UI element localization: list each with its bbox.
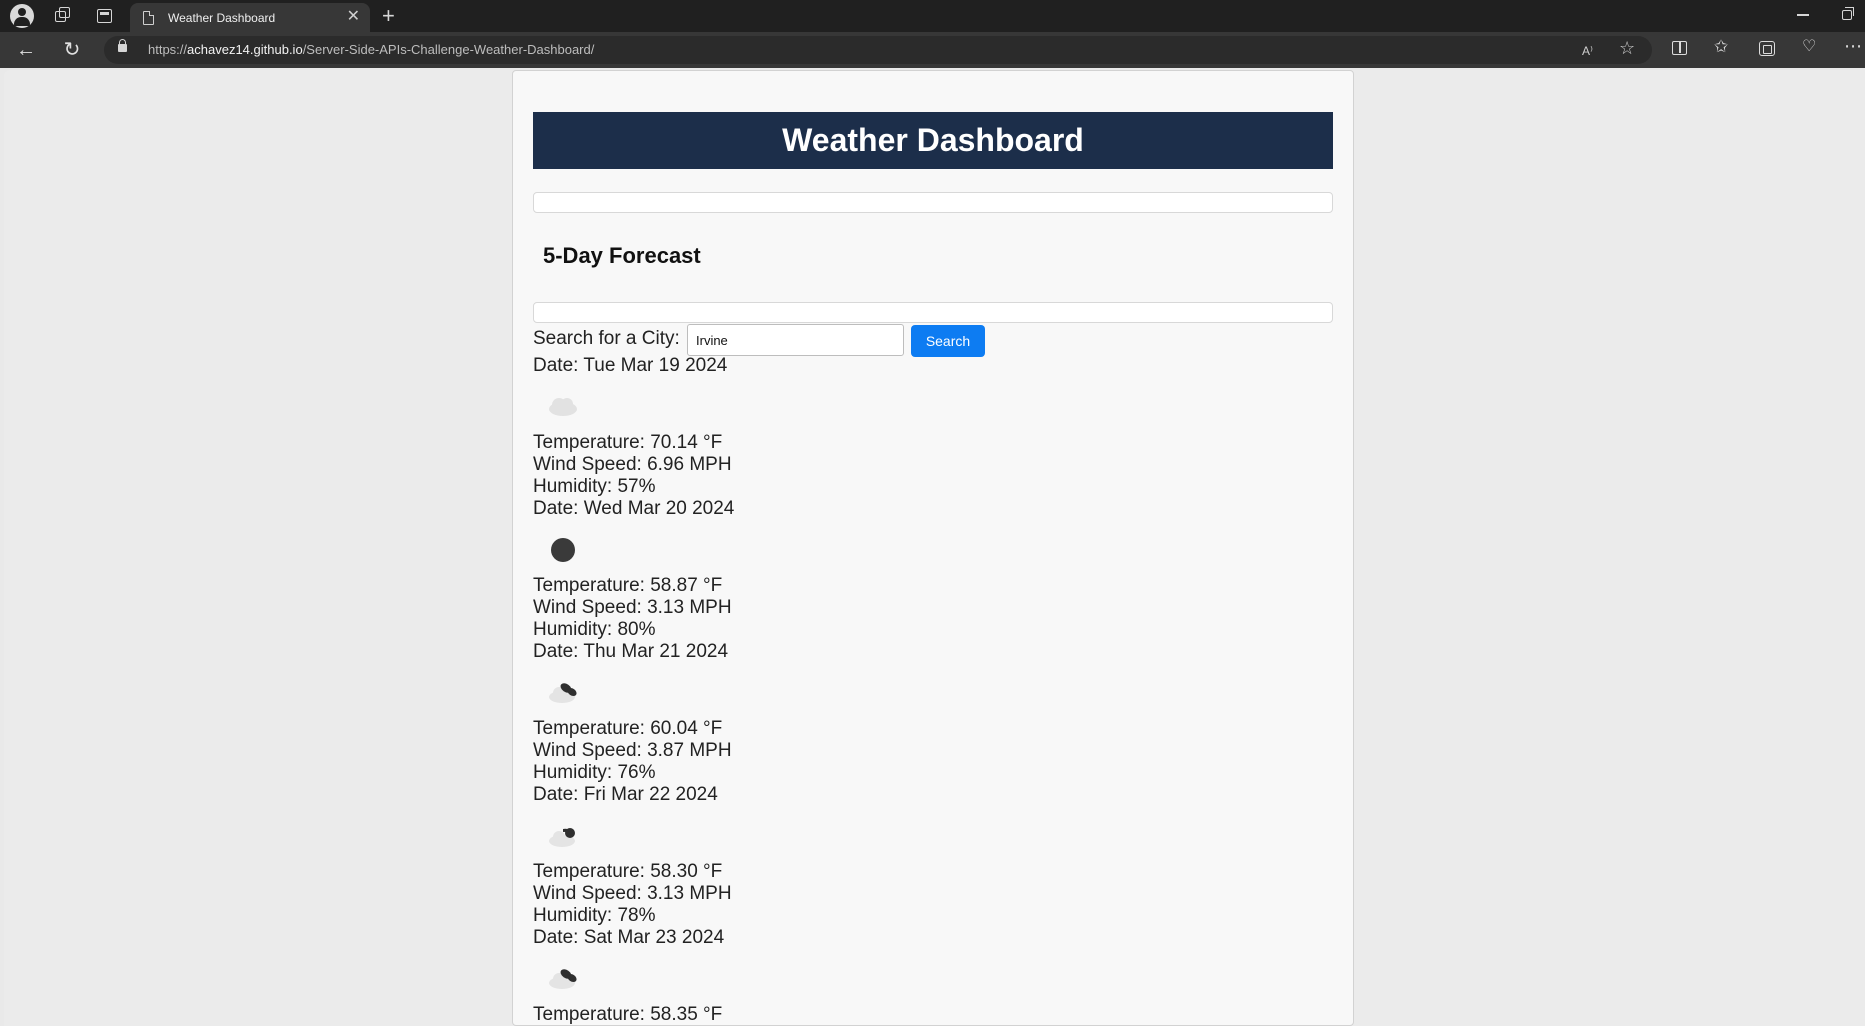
more-icon[interactable]: ⋯ [1844,37,1863,55]
favorite-star-icon[interactable]: ☆ [1619,39,1635,57]
browser-toolbar: ← ↻ https://achavez14.github.io/Server-S… [0,32,1865,68]
forecast-heading: 5-Day Forecast [543,243,701,268]
broken-clouds-icon [549,969,577,989]
workspaces-icon[interactable] [52,5,74,27]
page-icon [143,11,154,25]
forecast-date: Date: Fri Mar 22 2024 [533,784,718,805]
search-button[interactable]: Search [911,325,985,357]
forecast-temperature: Temperature: 70.14 °F [533,432,723,453]
forecast-humidity: Humidity: 76% [533,762,656,783]
lock-icon[interactable] [118,39,127,52]
forecast-day: Date: Tue Mar 19 2024 Temperature: 70.14… [533,355,1033,498]
split-screen-icon[interactable] [1672,41,1687,55]
search-label: Search for a City: [533,328,680,349]
forecast-temperature: Temperature: 60.04 °F [533,718,723,739]
browser-essentials-icon[interactable]: ♡ [1802,38,1816,56]
forecast-temperature: Temperature: 58.30 °F [533,861,723,882]
browser-tab-bar: Weather Dashboard ✕ + [0,0,1865,32]
new-tab-icon[interactable]: + [382,3,395,29]
forecast-humidity: Humidity: 78% [533,905,656,926]
tab-title: Weather Dashboard [168,11,276,25]
forecast-day: Date: Wed Mar 20 2024 Temperature: 58.87… [533,498,1033,641]
forecast-wind: Wind Speed: 3.87 MPH [533,740,732,761]
forecast-temperature: Temperature: 58.35 °F [533,1004,723,1025]
app-header: Weather Dashboard [533,112,1333,169]
profile-icon[interactable] [10,4,34,28]
restore-icon[interactable] [1842,7,1854,20]
forecast-day: Date: Fri Mar 22 2024 Temperature: 58.30… [533,784,1033,927]
tab-weather-dashboard[interactable]: Weather Dashboard ✕ [130,3,370,32]
address-bar[interactable]: https://achavez14.github.io/Server-Side-… [104,36,1652,64]
read-aloud-icon[interactable]: A⁾ [1582,43,1593,59]
forecast-wind: Wind Speed: 6.96 MPH [533,454,732,475]
close-tab-icon[interactable]: ✕ [347,8,360,26]
forecast-wind: Wind Speed: 3.13 MPH [533,883,732,904]
city-search-input[interactable] [687,324,904,356]
forecast-humidity: Humidity: 80% [533,619,656,640]
page-title: Weather Dashboard [782,122,1084,158]
cloud-icon [549,398,577,416]
vertical-tabs-icon[interactable] [93,5,115,27]
forecast-card [533,302,1333,323]
forecast-temperature: Temperature: 58.87 °F [533,575,723,596]
forecast-humidity: Humidity: 57% [533,476,656,497]
minimize-icon[interactable] [1797,14,1809,16]
forecast-date: Date: Thu Mar 21 2024 [533,641,729,662]
forecast-date: Date: Tue Mar 19 2024 [533,355,728,376]
forecast-list: Date: Tue Mar 19 2024 Temperature: 70.14… [533,355,1033,1026]
reload-icon[interactable]: ↻ [60,39,84,61]
back-icon[interactable]: ← [14,39,38,61]
collections-icon[interactable] [1759,41,1775,56]
partly-cloudy-icon [549,828,575,847]
forecast-wind: Wind Speed: 3.13 MPH [533,597,732,618]
forecast-date: Date: Sat Mar 23 2024 [533,927,725,948]
current-weather-card [533,192,1333,213]
clear-night-icon [551,538,575,562]
app-container: Weather Dashboard 5-Day Forecast Search … [512,70,1354,1026]
page-viewport: Weather Dashboard 5-Day Forecast Search … [4,70,1865,1026]
url-text[interactable]: https://achavez14.github.io/Server-Side-… [148,42,594,57]
forecast-day: Date: Sat Mar 23 2024 Temperature: 58.35… [533,927,1033,1026]
broken-clouds-icon [549,683,577,703]
forecast-date: Date: Wed Mar 20 2024 [533,498,735,519]
favorites-icon[interactable]: ✩ [1714,38,1728,56]
forecast-day: Date: Thu Mar 21 2024 Temperature: 60.04… [533,641,1033,784]
